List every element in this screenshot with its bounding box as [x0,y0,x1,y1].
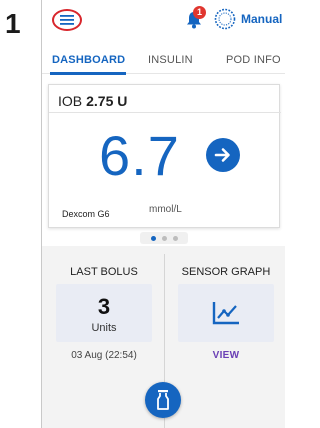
trend-arrow-icon [206,138,240,172]
menu-button[interactable] [52,9,82,31]
iob-value: 2.75 U [86,93,128,109]
last-bolus-amount: 3 [97,294,111,319]
sensor-graph-view-link[interactable]: VIEW [178,350,274,361]
last-bolus-title: LAST BOLUS [70,266,138,278]
top-bar: 1 Manual [42,0,285,40]
sensor-graph-title: SENSOR GRAPH [181,266,271,278]
manual-mode-icon [214,8,236,30]
last-bolus-timestamp: 03 Aug (22:54) [71,350,137,361]
sensor-graph-tile[interactable] [178,284,274,342]
phone-screen: 1 Manual DASHBOARD INSULIN POD INFO IOB 2… [41,0,285,428]
arrow-right-icon [214,148,230,162]
glucose-card[interactable]: IOB 2.75 U 6.7 Dexcom G6 mmol/L [48,84,281,228]
line-graph-icon [212,302,239,325]
page-dot-1 [150,235,156,241]
page-indicator[interactable] [140,232,188,244]
active-tab-indicator [50,72,126,75]
last-bolus-unit: Units [91,322,117,334]
tab-insulin[interactable]: INSULIN [148,54,193,66]
bolus-calculator-icon [157,390,169,410]
step-number: 1 [5,8,21,39]
tab-bar: DASHBOARD INSULIN POD INFO [42,46,285,75]
card-divider [49,112,281,113]
instruction-page: 1 1 Manual DASHBOARD INSULIN POD INFO IO… [0,0,285,428]
tab-pod-info[interactable]: POD INFO [226,54,281,66]
last-bolus-box: 3 Units [56,284,152,342]
page-dot-2 [161,235,167,241]
glucose-value: 6.7 [99,124,180,187]
hamburger-menu-icon [60,15,74,25]
iob-label: IOB [58,93,83,109]
iob-readout: IOB 2.75 U [58,93,127,109]
bolus-button[interactable] [145,382,181,418]
page-dot-3 [172,235,178,241]
glucose-unit: mmol/L [149,204,182,215]
cgm-source-label: Dexcom G6 [62,209,110,219]
mode-label[interactable]: Manual [241,12,282,26]
notification-badge: 1 [193,6,206,19]
tab-dashboard[interactable]: DASHBOARD [52,54,125,66]
